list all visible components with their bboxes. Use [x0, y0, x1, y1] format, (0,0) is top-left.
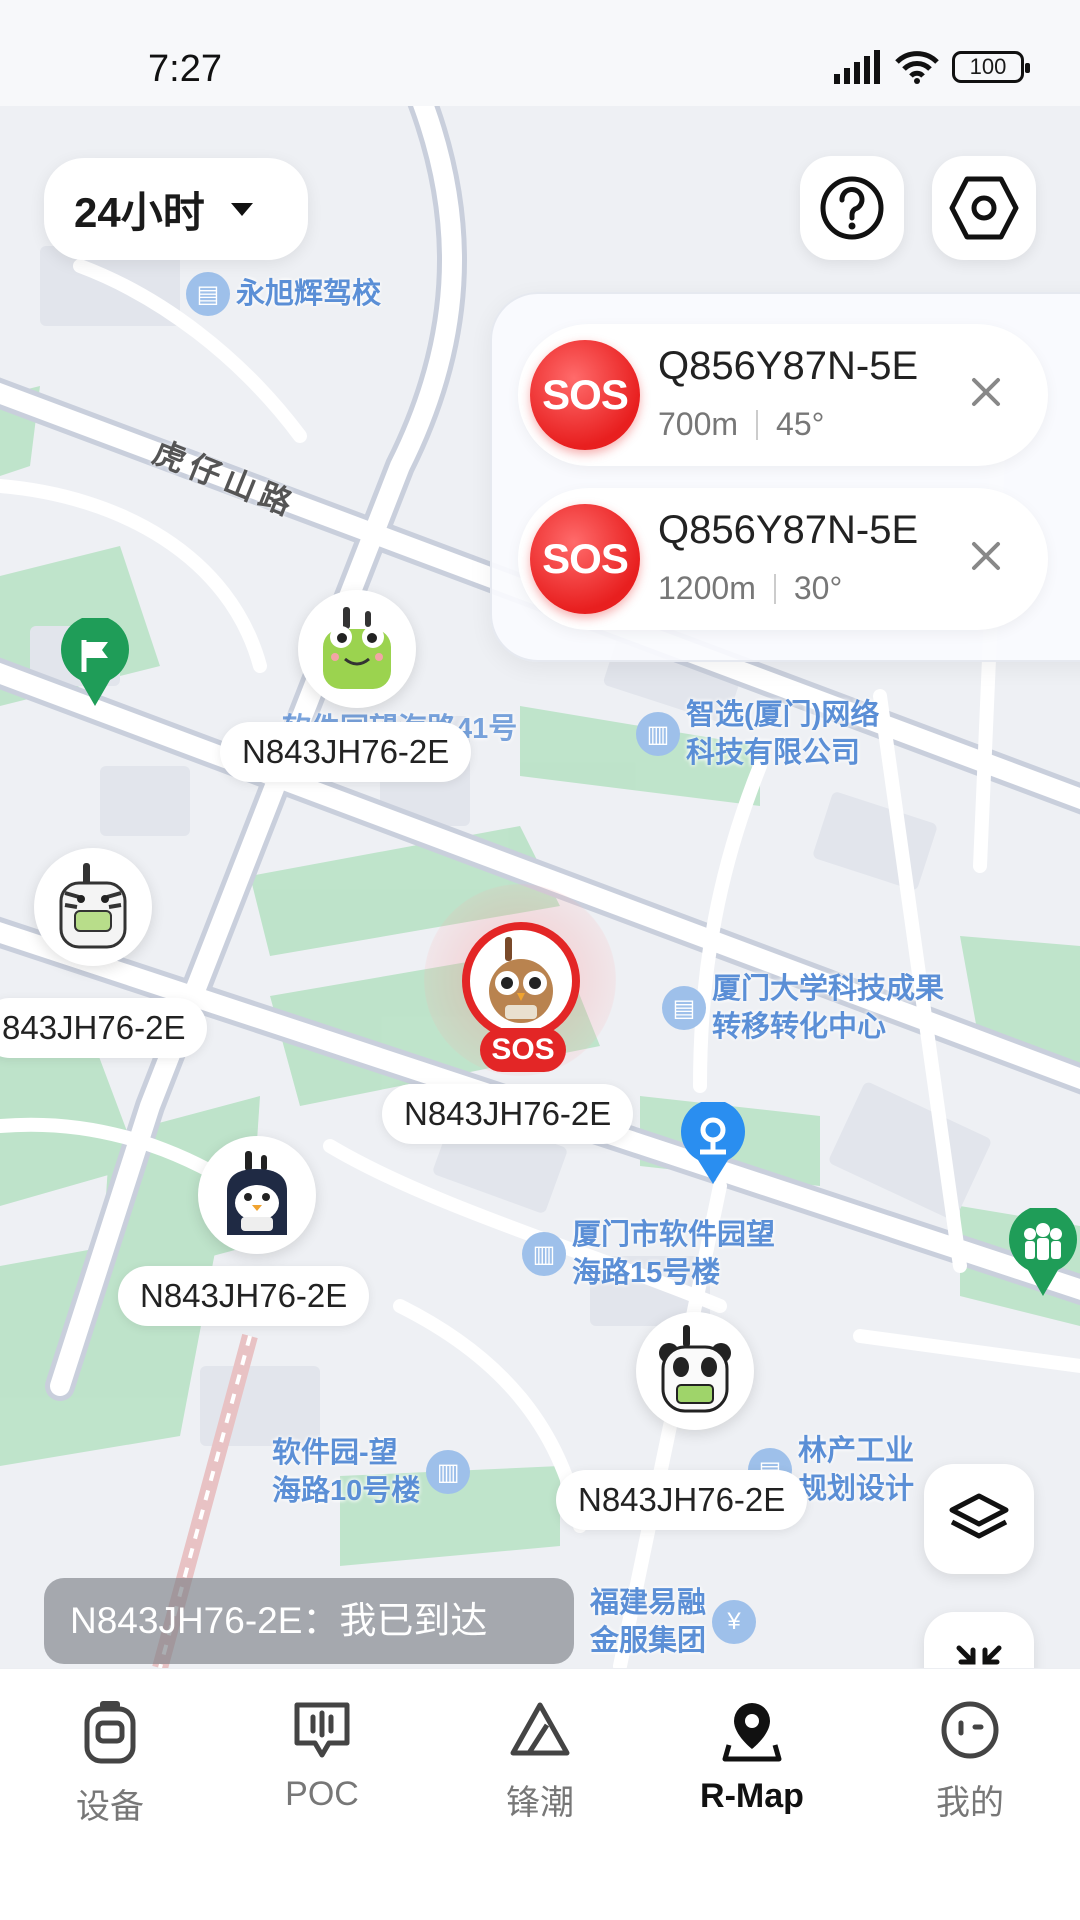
poi-pin-icon: ▤ [662, 986, 706, 1030]
poi-label: 林产工业 规划设计 [798, 1435, 915, 1505]
settings-hex-icon [949, 176, 1019, 240]
sos-badge: SOS [530, 340, 640, 450]
panda-walkie-icon [659, 1325, 731, 1413]
tab-poc[interactable]: POC [242, 1699, 402, 1814]
device-marker-panda[interactable] [636, 1312, 754, 1430]
poi-pin-icon: ▥ [636, 712, 680, 756]
map-view[interactable]: 虎仔山路 ▤ 永旭辉驾校 ▥ 智选(厦门)网络 科技有限公司 ▤ 厦门大学科技成… [0, 106, 1080, 1668]
poi-label: 软件园-望 海路10号楼 [272, 1437, 421, 1507]
zebra-walkie-icon [59, 863, 127, 949]
device-icon [84, 1701, 136, 1764]
help-button[interactable] [800, 156, 904, 260]
poi-label: 厦门市软件园望 海路15号楼 [572, 1219, 776, 1289]
battery-icon: 100 [952, 51, 1030, 83]
sos-meta: 1200m 30° [658, 570, 842, 607]
device-marker-penguin[interactable] [198, 1136, 316, 1254]
poi-fujian-yirong[interactable]: ¥ 福建易融 金服集团 [590, 1584, 757, 1660]
group-pin-icon[interactable] [1006, 1208, 1080, 1298]
device-label[interactable]: N843JH76-2E [220, 722, 472, 782]
close-icon[interactable] [968, 538, 1004, 574]
settings-button[interactable] [932, 156, 1036, 260]
sos-bearing: 45° [776, 406, 825, 442]
poi-label: 永旭辉驾校 [236, 278, 382, 310]
tab-label: 我的 [936, 1784, 1004, 1822]
status-icons: 100 [832, 50, 1030, 84]
bottom-tab-bar: 设备 POC 锋潮 R-Map 我的 [0, 1668, 1080, 1920]
wifi-icon [895, 51, 939, 84]
poi-pin-icon: ¥ [712, 1600, 757, 1644]
divider [773, 573, 776, 604]
poc-icon [294, 1702, 350, 1758]
tab-label: R-Map [700, 1777, 804, 1815]
tab-rmap[interactable]: R-Map [672, 1699, 832, 1816]
poi-pin-icon: ▤ [186, 272, 230, 316]
profile-icon [941, 1701, 999, 1759]
location-pin-icon[interactable] [678, 1102, 748, 1186]
poi-software-park-15[interactable]: ▥ 厦门市软件园望 海路15号楼 [522, 1216, 775, 1292]
sos-alert-panel: SOS Q856Y87N-5E 700m 45° SOS Q856Y87N-5E… [490, 292, 1080, 662]
map-pin-icon [722, 1703, 782, 1762]
collapse-button[interactable] [924, 1612, 1034, 1668]
sos-device-name: Q856Y87N-5E [658, 508, 919, 552]
poi-software-park-10[interactable]: ▥ 软件园-望 海路10号楼 [272, 1434, 471, 1510]
device-marker-zebra[interactable] [34, 848, 152, 966]
device-label[interactable]: N843JH76-2E [382, 1084, 634, 1144]
layers-button[interactable] [924, 1464, 1034, 1574]
sos-status-tag: SOS [480, 1028, 566, 1072]
poi-pin-icon: ▥ [426, 1450, 471, 1494]
sos-device-name: Q856Y87N-5E [658, 344, 919, 388]
status-bar: 7:27 100 [0, 0, 1080, 106]
device-label[interactable]: N843JH76-2E [118, 1266, 370, 1326]
device-label[interactable]: 843JH76-2E [0, 998, 208, 1058]
flag-pin-icon[interactable] [58, 618, 132, 708]
poi-pin-icon: ▥ [522, 1232, 566, 1276]
sos-distance: 700m [658, 406, 739, 442]
close-icon[interactable] [968, 374, 1004, 410]
signal-icon [834, 50, 880, 84]
divider [756, 409, 759, 440]
sos-meta: 700m 45° [658, 406, 824, 443]
device-marker-owl-sos[interactable] [462, 922, 580, 1040]
poi-xmu-tech-transfer[interactable]: ▤ 厦门大学科技成果 转移转化中心 [662, 970, 944, 1046]
poi-driving-school[interactable]: ▤ 永旭辉驾校 [186, 272, 381, 316]
sos-bearing: 30° [793, 570, 843, 606]
tab-profile[interactable]: 我的 [890, 1699, 1050, 1824]
device-label[interactable]: N843JH76-2E [556, 1470, 808, 1530]
time-filter-value: 24小时 [74, 188, 205, 236]
poi-label: 厦门大学科技成果 转移转化中心 [712, 973, 945, 1043]
frog-walkie-icon [323, 607, 391, 689]
tab-label: 锋潮 [506, 1784, 574, 1822]
sos-distance: 1200m [658, 570, 756, 606]
collapse-arrows-icon [956, 1645, 1002, 1665]
sos-alert-card[interactable]: SOS Q856Y87N-5E 700m 45° [518, 324, 1048, 466]
arrival-toast: N843JH76-2E：我已到达 [44, 1578, 574, 1664]
help-icon [820, 176, 884, 240]
tab-device[interactable]: 设备 [30, 1699, 190, 1828]
status-time: 7:27 [148, 48, 222, 90]
poi-label: 智选(厦门)网络 科技有限公司 [686, 699, 880, 769]
owl-walkie-icon [489, 937, 553, 1023]
poi-label: 福建易融 金服集团 [590, 1587, 707, 1657]
poi-zhixuan-network[interactable]: ▥ 智选(厦门)网络 科技有限公司 [636, 696, 879, 772]
penguin-walkie-icon [227, 1151, 287, 1235]
layers-icon [949, 1493, 1009, 1539]
tab-label: POC [285, 1775, 359, 1813]
chevron-down-icon [230, 202, 253, 216]
trend-icon [510, 1702, 570, 1756]
sos-alert-card[interactable]: SOS Q856Y87N-5E 1200m 30° [518, 488, 1048, 630]
tab-trend[interactable]: 锋潮 [460, 1699, 620, 1824]
device-marker-frog[interactable] [298, 590, 416, 708]
sos-badge: SOS [530, 504, 640, 614]
tab-label: 设备 [76, 1788, 144, 1826]
time-filter-select[interactable]: 24小时 [44, 158, 308, 260]
